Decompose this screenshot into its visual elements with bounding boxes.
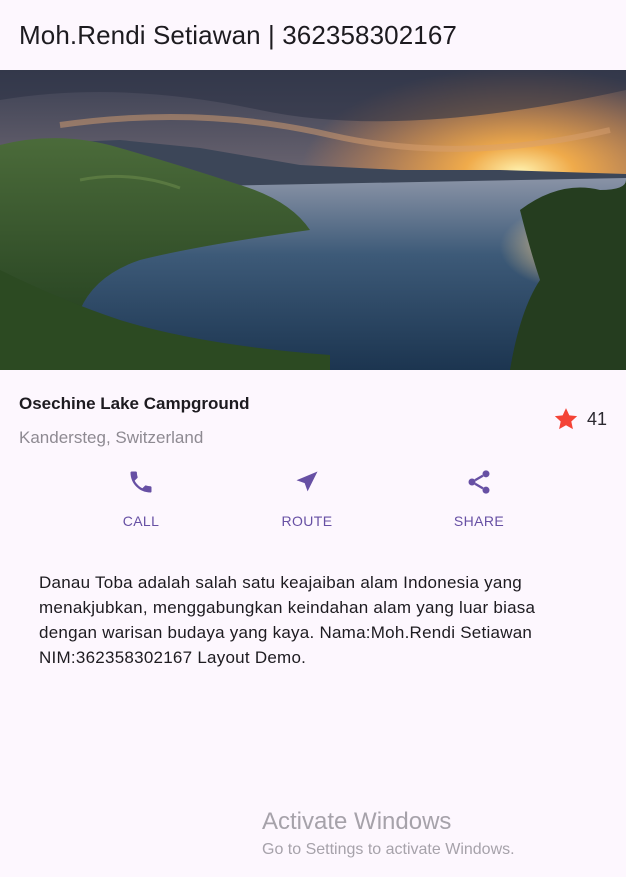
hero-image	[0, 70, 626, 370]
share-button[interactable]: SHARE	[419, 468, 539, 529]
route-button[interactable]: ROUTE	[247, 468, 367, 529]
app-screen: Moh.Rendi Setiawan | 362358302167 Osechi…	[0, 0, 626, 877]
watermark-title: Activate Windows	[262, 808, 452, 835]
navigation-icon	[296, 471, 318, 492]
activate-windows-watermark: Activate Windows Go to Settings to activ…	[262, 806, 515, 862]
place-name: Osechine Lake Campground	[19, 394, 250, 413]
action-buttons-row: CALL ROUTE SHARE	[0, 468, 626, 538]
share-icon	[468, 470, 490, 494]
description-text: Danau Toba adalah salah satu keajaiban a…	[39, 573, 536, 667]
watermark-subtitle: Go to Settings to activate Windows.	[262, 841, 515, 858]
rating[interactable]: 41	[553, 406, 607, 432]
phone-icon	[130, 471, 152, 493]
star-icon	[554, 408, 578, 430]
call-button[interactable]: CALL	[81, 468, 201, 529]
rating-count: 41	[586, 408, 607, 429]
app-bar-title: Moh.Rendi Setiawan | 362358302167	[19, 19, 457, 50]
place-location: Kandersteg, Switzerland	[19, 428, 204, 447]
call-label: CALL	[122, 513, 160, 529]
title-section: Osechine Lake Campground Kandersteg, Swi…	[0, 370, 626, 460]
app-bar: Moh.Rendi Setiawan | 362358302167	[0, 0, 626, 70]
route-label: ROUTE	[281, 513, 333, 529]
share-label: SHARE	[453, 513, 505, 529]
